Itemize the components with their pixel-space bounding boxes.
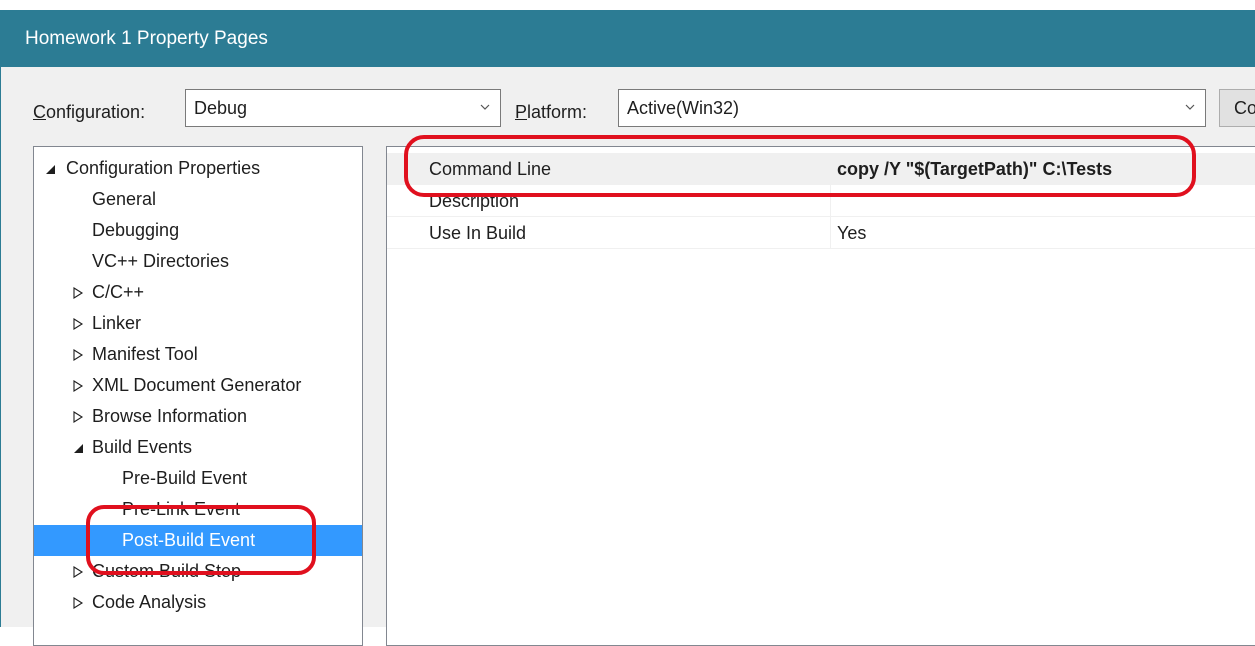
platform-value: Active(Win32)	[627, 98, 740, 118]
tree-item-manifest-tool[interactable]: Manifest Tool	[34, 339, 362, 370]
collapsed-triangle-icon[interactable]	[72, 318, 84, 330]
property-name: Use In Build	[429, 223, 527, 243]
tree-item-linker[interactable]: Linker	[34, 308, 362, 339]
highlight-circle-command-line	[404, 135, 1196, 197]
tree-item-configuration-properties[interactable]: Configuration Properties	[34, 153, 362, 184]
column-separator	[830, 217, 831, 249]
configuration-value: Debug	[194, 98, 248, 118]
tree-item-code-analysis[interactable]: Code Analysis	[34, 587, 362, 618]
collapsed-triangle-icon[interactable]	[72, 287, 84, 299]
chevron-down-icon	[1185, 104, 1195, 110]
tree-item-c-cpp[interactable]: C/C++	[34, 277, 362, 308]
configuration-select[interactable]: Debug	[185, 89, 501, 127]
window-title: Homework 1 Property Pages	[25, 28, 268, 49]
tree-item-xml-document-generator[interactable]: XML Document Generator	[34, 370, 362, 401]
expanded-triangle-icon[interactable]	[44, 163, 56, 175]
collapsed-triangle-icon[interactable]	[72, 349, 84, 361]
property-row-use-in-build[interactable]: Use In Build Yes	[387, 217, 1255, 249]
tree-item-pre-build-event[interactable]: Pre-Build Event	[34, 463, 362, 494]
expanded-triangle-icon[interactable]	[72, 442, 84, 454]
tree-item-build-events[interactable]: Build Events	[34, 432, 362, 463]
tree-item-debugging[interactable]: Debugging	[34, 215, 362, 246]
collapsed-triangle-icon[interactable]	[72, 411, 84, 423]
platform-label: Platform:	[515, 102, 588, 122]
highlight-circle-post-build-event	[86, 505, 316, 575]
configuration-label: Configuration:	[33, 102, 146, 122]
property-grid: Command Line copy /Y "$(TargetPath)" C:\…	[386, 146, 1255, 646]
tree-item-vc-directories[interactable]: VC++ Directories	[34, 246, 362, 277]
configuration-manager-button[interactable]: Co	[1219, 89, 1255, 127]
tree-item-browse-information[interactable]: Browse Information	[34, 401, 362, 432]
property-value[interactable]: Yes	[837, 217, 866, 249]
collapsed-triangle-icon[interactable]	[72, 566, 84, 578]
platform-select[interactable]: Active(Win32)	[618, 89, 1206, 127]
chevron-down-icon	[480, 104, 490, 110]
tree-item-general[interactable]: General	[34, 184, 362, 215]
collapsed-triangle-icon[interactable]	[72, 380, 84, 392]
window-title-bar: Homework 1 Property Pages	[0, 10, 1255, 67]
collapsed-triangle-icon[interactable]	[72, 597, 84, 609]
